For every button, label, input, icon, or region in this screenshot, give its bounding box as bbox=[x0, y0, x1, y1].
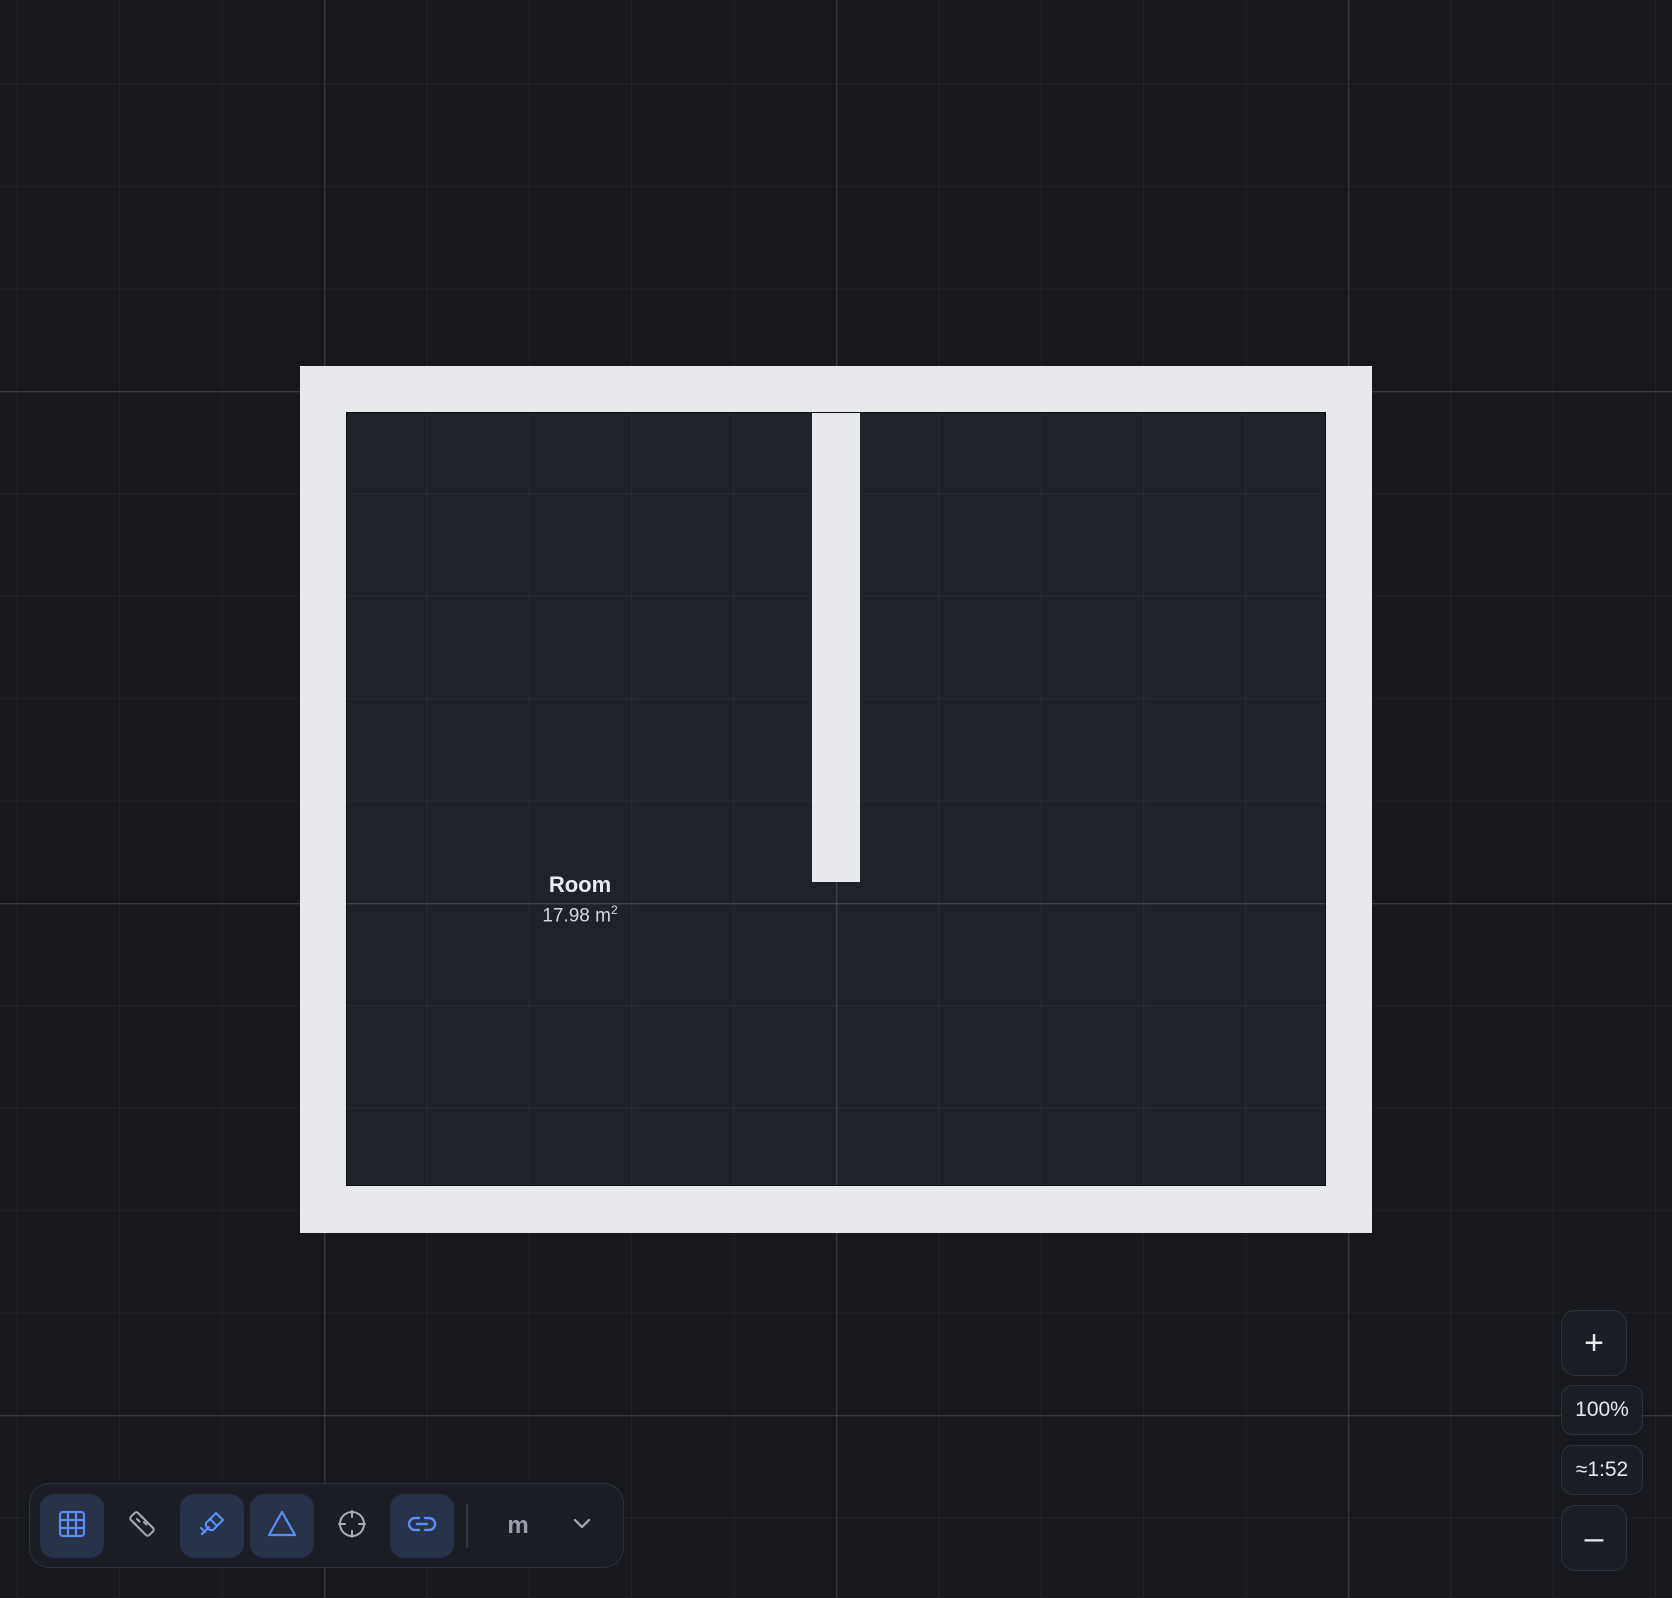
grid-icon bbox=[56, 1508, 88, 1545]
partition-wall[interactable] bbox=[812, 413, 860, 882]
room-area-value: 17.98 m bbox=[542, 905, 611, 927]
zoom-out-button[interactable]: – bbox=[1561, 1505, 1627, 1571]
unit-dropdown-button[interactable] bbox=[550, 1494, 614, 1558]
center-view-button[interactable] bbox=[320, 1494, 384, 1558]
chevron-down-icon bbox=[566, 1508, 598, 1545]
room-label[interactable]: Room 17.98 m2 bbox=[480, 872, 680, 928]
crosshair-icon bbox=[336, 1508, 368, 1545]
scale-ratio: ≈1:52 bbox=[1561, 1445, 1643, 1495]
measure-button[interactable] bbox=[110, 1494, 174, 1558]
magnet-icon bbox=[196, 1508, 228, 1545]
triangle-icon bbox=[266, 1508, 298, 1545]
link-icon bbox=[406, 1508, 438, 1545]
link-walls-button[interactable] bbox=[390, 1494, 454, 1558]
angle-snap-button[interactable] bbox=[250, 1494, 314, 1558]
grid-toggle-button[interactable] bbox=[40, 1494, 104, 1558]
snap-toggle-button[interactable] bbox=[180, 1494, 244, 1558]
zoom-in-button[interactable]: + bbox=[1561, 1310, 1627, 1376]
zoom-level: 100% bbox=[1561, 1385, 1643, 1435]
bottom-toolbar: m bbox=[29, 1483, 624, 1568]
unit-selector-label[interactable]: m bbox=[493, 1494, 543, 1558]
room-area: 17.98 m2 bbox=[480, 898, 680, 928]
toolbar-divider bbox=[466, 1504, 468, 1548]
ruler-icon bbox=[126, 1508, 158, 1545]
room-area-unit-exponent: 2 bbox=[610, 903, 618, 917]
room-name: Room bbox=[548, 872, 612, 897]
